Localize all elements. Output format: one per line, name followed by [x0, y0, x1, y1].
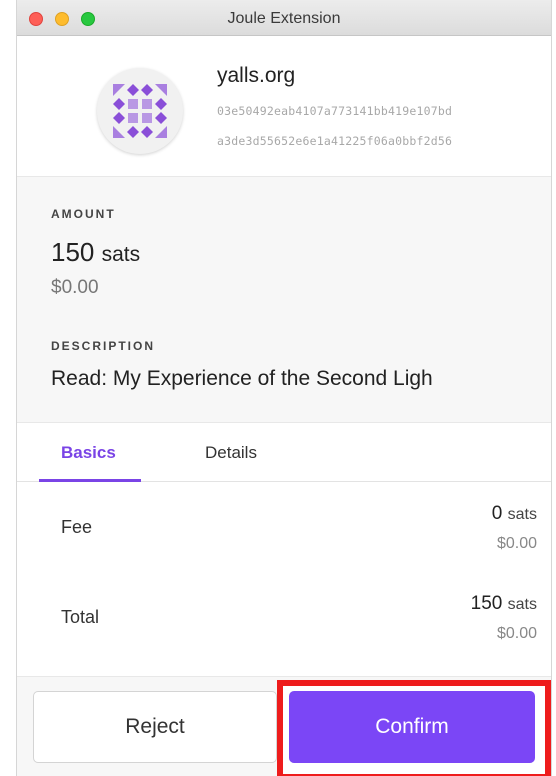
confirm-button[interactable]: Confirm: [289, 691, 535, 763]
payment-header: yalls.org 03e50492eab4107a773141bb419e10…: [17, 36, 551, 177]
amount-unit: sats: [101, 243, 141, 266]
active-tab-indicator: [39, 479, 141, 482]
total-number: 150: [470, 593, 503, 614]
action-footer: Reject Confirm: [17, 676, 551, 776]
fee-label: Fee: [61, 517, 93, 537]
amount-number: 150: [51, 237, 95, 267]
total-row: Total 150 sats $0.00: [31, 573, 537, 663]
total-value: 150 sats: [471, 593, 537, 615]
amount-value: 150 sats: [51, 237, 140, 268]
identicon-avatar: [97, 68, 183, 154]
fee-row: Fee 0 sats $0.00: [31, 483, 537, 574]
description-label: DESCRIPTION: [51, 339, 156, 353]
amount-label: AMOUNT: [51, 207, 116, 221]
reject-button[interactable]: Reject: [33, 691, 277, 763]
fee-unit: sats: [507, 506, 537, 523]
window-title: Joule Extension: [227, 10, 341, 27]
identicon-icon: [113, 84, 167, 138]
tab-bar: Basics Details: [17, 422, 551, 482]
payment-details: AMOUNT 150 sats $0.00 DESCRIPTION Read: …: [17, 177, 551, 422]
tab-basics[interactable]: Basics: [61, 443, 116, 463]
fee-value: 0 sats: [492, 503, 537, 525]
amount-fiat: $0.00: [51, 277, 99, 298]
extension-window: Joule Extension yalls.org 03e50492eab410…: [16, 0, 552, 776]
tab-details[interactable]: Details: [205, 443, 257, 463]
payee-pubkey-line-1: 03e50492eab4107a773141bb419e107bd: [217, 104, 453, 118]
total-fiat: $0.00: [496, 625, 537, 642]
fee-number: 0: [491, 503, 503, 524]
payee-pubkey-line-2: a3de3d55652e6e1a41225f06a0bbf2d56: [217, 134, 453, 148]
total-label: Total: [61, 607, 100, 627]
payee-domain: yalls.org: [217, 64, 296, 87]
description-value: Read: My Experience of the Second Ligh: [51, 367, 433, 390]
total-unit: sats: [507, 596, 537, 613]
title-bar: Joule Extension: [17, 0, 551, 36]
fee-fiat: $0.00: [496, 535, 537, 552]
